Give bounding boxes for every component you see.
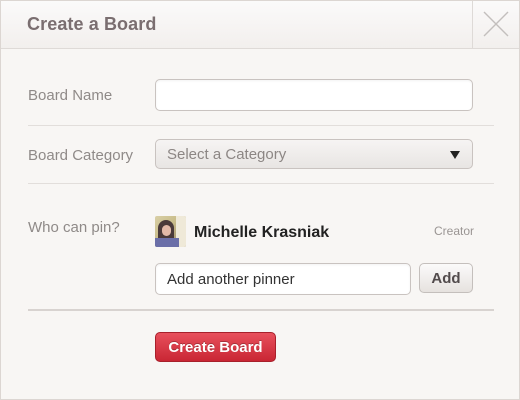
who-can-pin-label: Who can pin? — [28, 219, 120, 236]
footer-divider — [28, 309, 494, 311]
board-category-selected-value: Select a Category — [167, 146, 287, 163]
board-name-input[interactable] — [155, 79, 473, 111]
add-pinner-input[interactable] — [155, 263, 411, 295]
dialog-header: Create a Board — [1, 1, 519, 49]
divider — [28, 125, 494, 126]
create-board-button[interactable]: Create Board — [155, 332, 276, 362]
caret-down-icon — [450, 151, 460, 159]
board-category-label: Board Category — [28, 147, 134, 164]
pinner-name: Michelle Krasniak — [194, 224, 330, 241]
add-pinner-button[interactable]: Add — [419, 263, 473, 293]
close-button[interactable] — [472, 1, 519, 48]
board-name-label: Board Name — [28, 87, 113, 104]
close-icon — [483, 11, 509, 37]
dialog-title: Create a Board — [27, 14, 157, 34]
board-category-select[interactable]: Select a Category — [155, 139, 473, 169]
create-board-dialog: Create a Board Board Name Board Category… — [0, 0, 520, 400]
avatar — [155, 216, 186, 247]
pinner-role-badge: Creator — [433, 224, 474, 238]
divider — [28, 183, 494, 184]
